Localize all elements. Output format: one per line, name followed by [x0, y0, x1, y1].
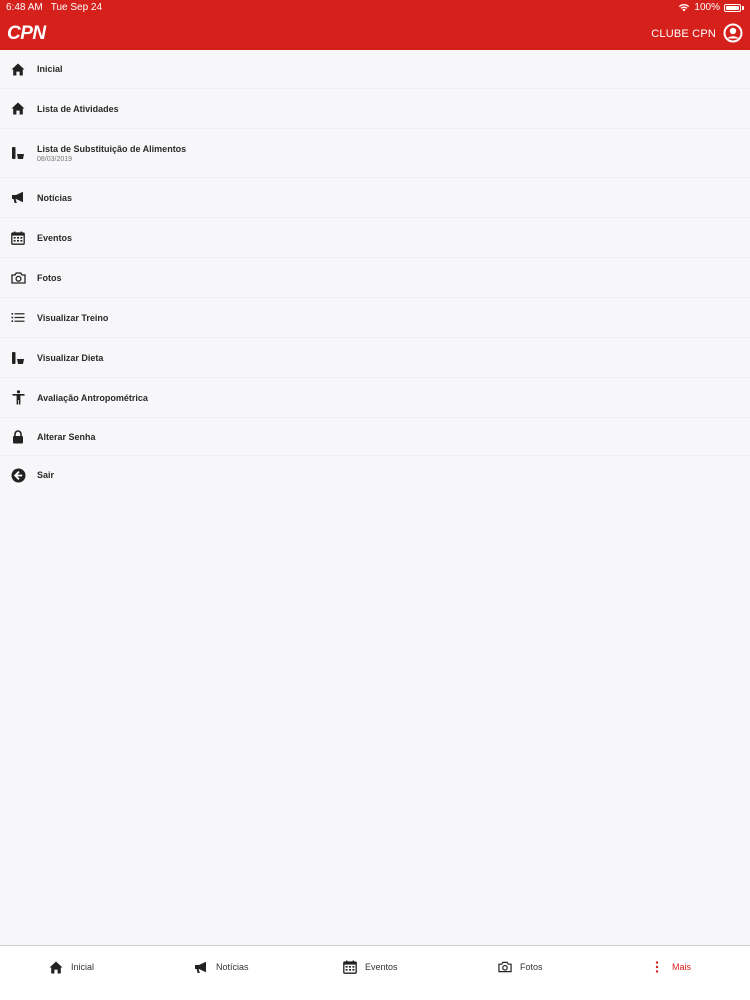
wifi-icon	[678, 3, 690, 12]
tab-eventos[interactable]: Eventos	[343, 960, 398, 974]
menu-item-lista-atividades[interactable]: Lista de Atividades	[0, 89, 750, 129]
home-icon	[10, 101, 26, 117]
menu-item-sair[interactable]: Sair	[0, 456, 750, 494]
camera-icon	[498, 960, 512, 974]
app-window: 6:48 AM Tue Sep 24 100% CPN CLUBE CPN Ini…	[0, 0, 750, 1000]
tab-label: Mais	[672, 962, 692, 972]
battery-percent: 100%	[694, 2, 720, 13]
side-menu-list: Inicial Lista de Atividades Lista de Sub…	[0, 50, 750, 494]
person-icon	[10, 390, 26, 406]
menu-item-date: 08/03/2019	[37, 155, 73, 163]
menu-item-label: Eventos	[37, 232, 73, 243]
menu-item-alterar-senha[interactable]: Alterar Senha	[0, 418, 750, 456]
status-time: 6:48 AM	[6, 2, 43, 13]
lock-icon	[10, 429, 26, 445]
profile-icon[interactable]	[723, 23, 743, 43]
megaphone-icon	[10, 190, 26, 206]
menu-item-label: Alterar Senha	[37, 431, 96, 442]
tab-label: Fotos	[520, 962, 543, 972]
menu-item-label: Visualizar Dieta	[37, 352, 104, 363]
menu-item-label: Sair	[37, 470, 55, 480]
megaphone-icon	[194, 960, 208, 974]
home-icon	[10, 61, 26, 77]
status-date: Tue Sep 24	[50, 2, 103, 13]
calendar-icon	[10, 230, 26, 246]
menu-item-label: Avaliação Antropométrica	[37, 392, 148, 403]
menu-item-label: Lista de Substituição de Alimentos	[37, 143, 187, 154]
diet-icon	[10, 145, 26, 161]
menu-item-visualizar-dieta[interactable]: Visualizar Dieta	[0, 338, 750, 378]
menu-item-avaliacao-antropometrica[interactable]: Avaliação Antropométrica	[0, 378, 750, 418]
menu-item-inicial[interactable]: Inicial	[0, 50, 750, 89]
tab-mais[interactable]: Mais	[650, 960, 691, 974]
menu-item-label: Inicial	[37, 64, 63, 74]
menu-item-label: Notícias	[37, 192, 73, 203]
home-icon	[49, 960, 63, 974]
app-logo[interactable]: CPN	[7, 23, 46, 45]
camera-icon	[10, 270, 26, 286]
menu-item-substituicao-alimentos[interactable]: Lista de Substituição de Alimentos 08/03…	[0, 129, 750, 178]
battery-tip	[742, 5, 744, 10]
diet-icon	[10, 350, 26, 366]
menu-item-eventos[interactable]: Eventos	[0, 218, 750, 258]
status-bar-right: 100%	[678, 2, 744, 13]
status-bar-left: 6:48 AM Tue Sep 24	[6, 2, 102, 13]
bottom-tab-bar: Inicial Notícias Eventos Fotos Mais	[0, 945, 750, 1000]
more-vertical-icon	[650, 960, 664, 974]
app-header: 6:48 AM Tue Sep 24 100% CPN CLUBE CPN	[0, 0, 750, 50]
tab-noticias[interactable]: Notícias	[194, 960, 249, 974]
tab-fotos[interactable]: Fotos	[498, 960, 543, 974]
list-icon	[10, 310, 26, 326]
menu-item-label: Lista de Atividades	[37, 103, 119, 114]
menu-item-label: Visualizar Treino	[37, 312, 109, 323]
battery-icon	[724, 3, 741, 12]
menu-item-noticias[interactable]: Notícias	[0, 178, 750, 218]
tab-label: Inicial	[71, 962, 95, 972]
club-label[interactable]: CLUBE CPN	[651, 28, 716, 40]
calendar-icon	[343, 960, 357, 974]
tab-label: Notícias	[216, 962, 249, 972]
menu-item-visualizar-treino[interactable]: Visualizar Treino	[0, 298, 750, 338]
tab-label: Eventos	[365, 962, 398, 972]
arrow-left-circle-icon	[10, 467, 26, 483]
menu-item-label: Fotos	[37, 272, 62, 283]
menu-item-fotos[interactable]: Fotos	[0, 258, 750, 298]
tab-inicial[interactable]: Inicial	[49, 960, 94, 974]
